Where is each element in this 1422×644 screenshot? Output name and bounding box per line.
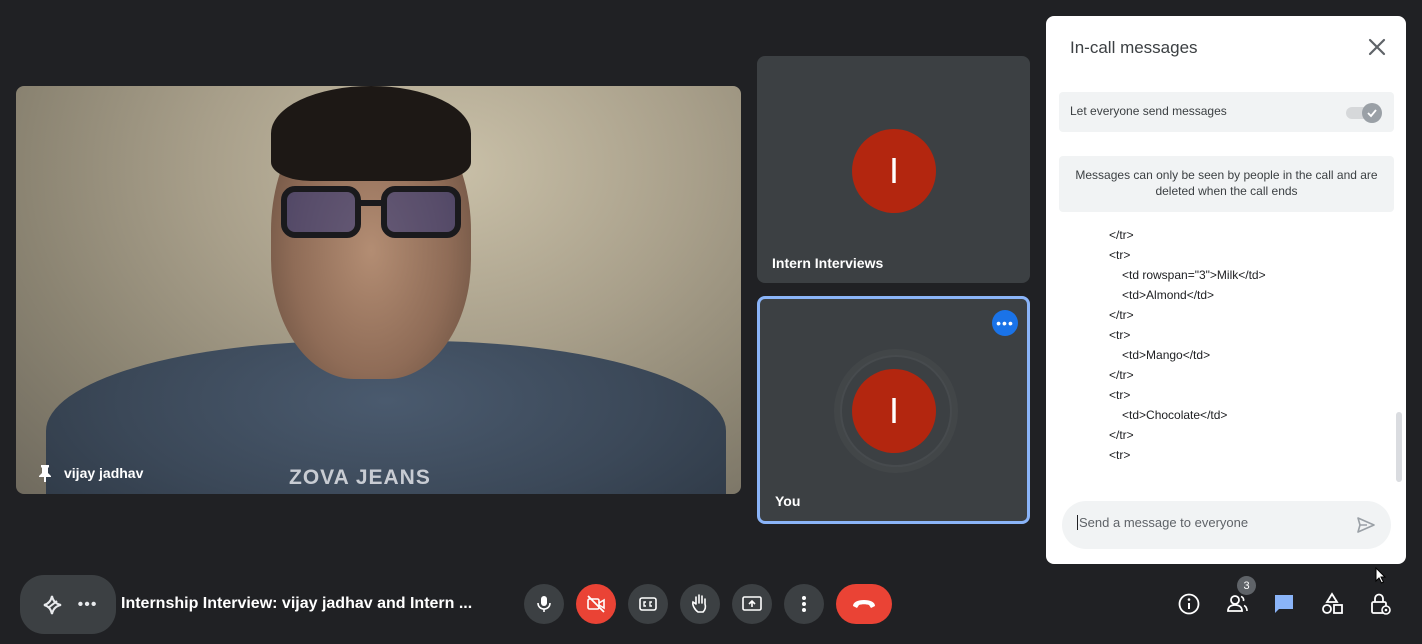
participant-tile-you[interactable]: I ••• You	[757, 296, 1030, 524]
main-video-tile[interactable]: ZOVA JEANS vijay jadhav	[16, 86, 741, 494]
activities-icon	[1322, 592, 1343, 614]
shirt-print-text: ZOVA JEANS	[289, 466, 431, 489]
message-input[interactable]	[1077, 515, 1337, 530]
raise-hand-icon	[692, 594, 707, 613]
message-line: <td>Chocolate</td>	[1122, 408, 1228, 422]
chat-panel: In-call messages Let everyone send messa…	[1046, 16, 1406, 564]
message-permission-row: Let everyone send messages	[1059, 92, 1394, 132]
microphone-icon	[537, 596, 551, 612]
send-icon[interactable]	[1355, 514, 1377, 536]
people-icon	[1227, 595, 1248, 612]
avatar: I	[852, 369, 936, 453]
main-video-label: vijay jadhav	[38, 464, 143, 482]
mouse-cursor-icon	[1375, 567, 1387, 584]
microphone-button[interactable]	[524, 584, 564, 624]
check-icon	[1367, 109, 1377, 118]
participant-name: vijay jadhav	[64, 465, 144, 481]
toggle-label: Let everyone send messages	[1070, 104, 1227, 118]
participant-name: You	[775, 493, 801, 509]
more-options-button[interactable]	[784, 584, 824, 624]
present-button[interactable]	[732, 584, 772, 624]
more-options-button[interactable]: •••	[78, 596, 98, 614]
participant-tile-intern-interviews[interactable]: I Intern Interviews	[757, 56, 1030, 283]
message-line: <td rowspan="3">Milk</td>	[1122, 268, 1266, 282]
message-list[interactable]: </tr> <tr> <td rowspan="3">Milk</td> <td…	[1046, 224, 1406, 474]
companion-controls: •••	[20, 575, 116, 634]
message-line: <tr>	[1109, 448, 1131, 462]
captions-button[interactable]	[628, 584, 668, 624]
allow-messages-toggle[interactable]	[1346, 103, 1382, 123]
chat-title: In-call messages	[1070, 38, 1198, 57]
chat-button[interactable]	[1270, 590, 1298, 618]
close-icon[interactable]	[1366, 36, 1388, 58]
message-line: </tr>	[1109, 368, 1134, 382]
host-controls-button[interactable]	[1366, 590, 1394, 618]
message-compose-box	[1062, 501, 1391, 549]
captions-icon	[639, 597, 657, 611]
gemini-notes-icon[interactable]	[39, 592, 65, 618]
chat-icon	[1275, 595, 1293, 613]
chat-privacy-notice: Messages can only be seen by people in t…	[1059, 156, 1394, 212]
message-line: <tr>	[1109, 388, 1131, 402]
camera-button[interactable]	[576, 584, 616, 624]
more-options-button[interactable]: •••	[992, 310, 1018, 336]
message-line: </tr>	[1109, 428, 1134, 442]
end-call-icon	[853, 600, 875, 608]
pin-icon[interactable]	[38, 464, 52, 482]
host-controls-icon	[1371, 593, 1391, 615]
message-line: <td>Almond</td>	[1122, 288, 1215, 302]
activities-button[interactable]	[1318, 590, 1346, 618]
participants-count-badge: 3	[1237, 576, 1256, 595]
more-vert-icon	[802, 596, 806, 612]
meeting-title: Internship Interview: vijay jadhav and I…	[121, 595, 473, 612]
video-person-hair	[271, 86, 471, 181]
camera-off-icon	[587, 595, 605, 613]
end-call-button[interactable]	[836, 584, 892, 624]
info-icon	[1178, 593, 1200, 615]
message-line: <tr>	[1109, 248, 1131, 262]
chat-scrollbar[interactable]	[1396, 412, 1402, 482]
present-icon	[742, 596, 762, 611]
avatar: I	[852, 129, 936, 213]
meeting-details-button[interactable]	[1175, 590, 1203, 618]
video-person-glasses	[281, 186, 461, 238]
participant-name: Intern Interviews	[772, 255, 884, 271]
message-line: <tr>	[1109, 328, 1131, 342]
message-line: <td>Mango</td>	[1122, 348, 1211, 362]
message-line: </tr>	[1109, 308, 1134, 322]
raise-hand-button[interactable]	[680, 584, 720, 624]
message-line: </tr>	[1109, 228, 1134, 242]
